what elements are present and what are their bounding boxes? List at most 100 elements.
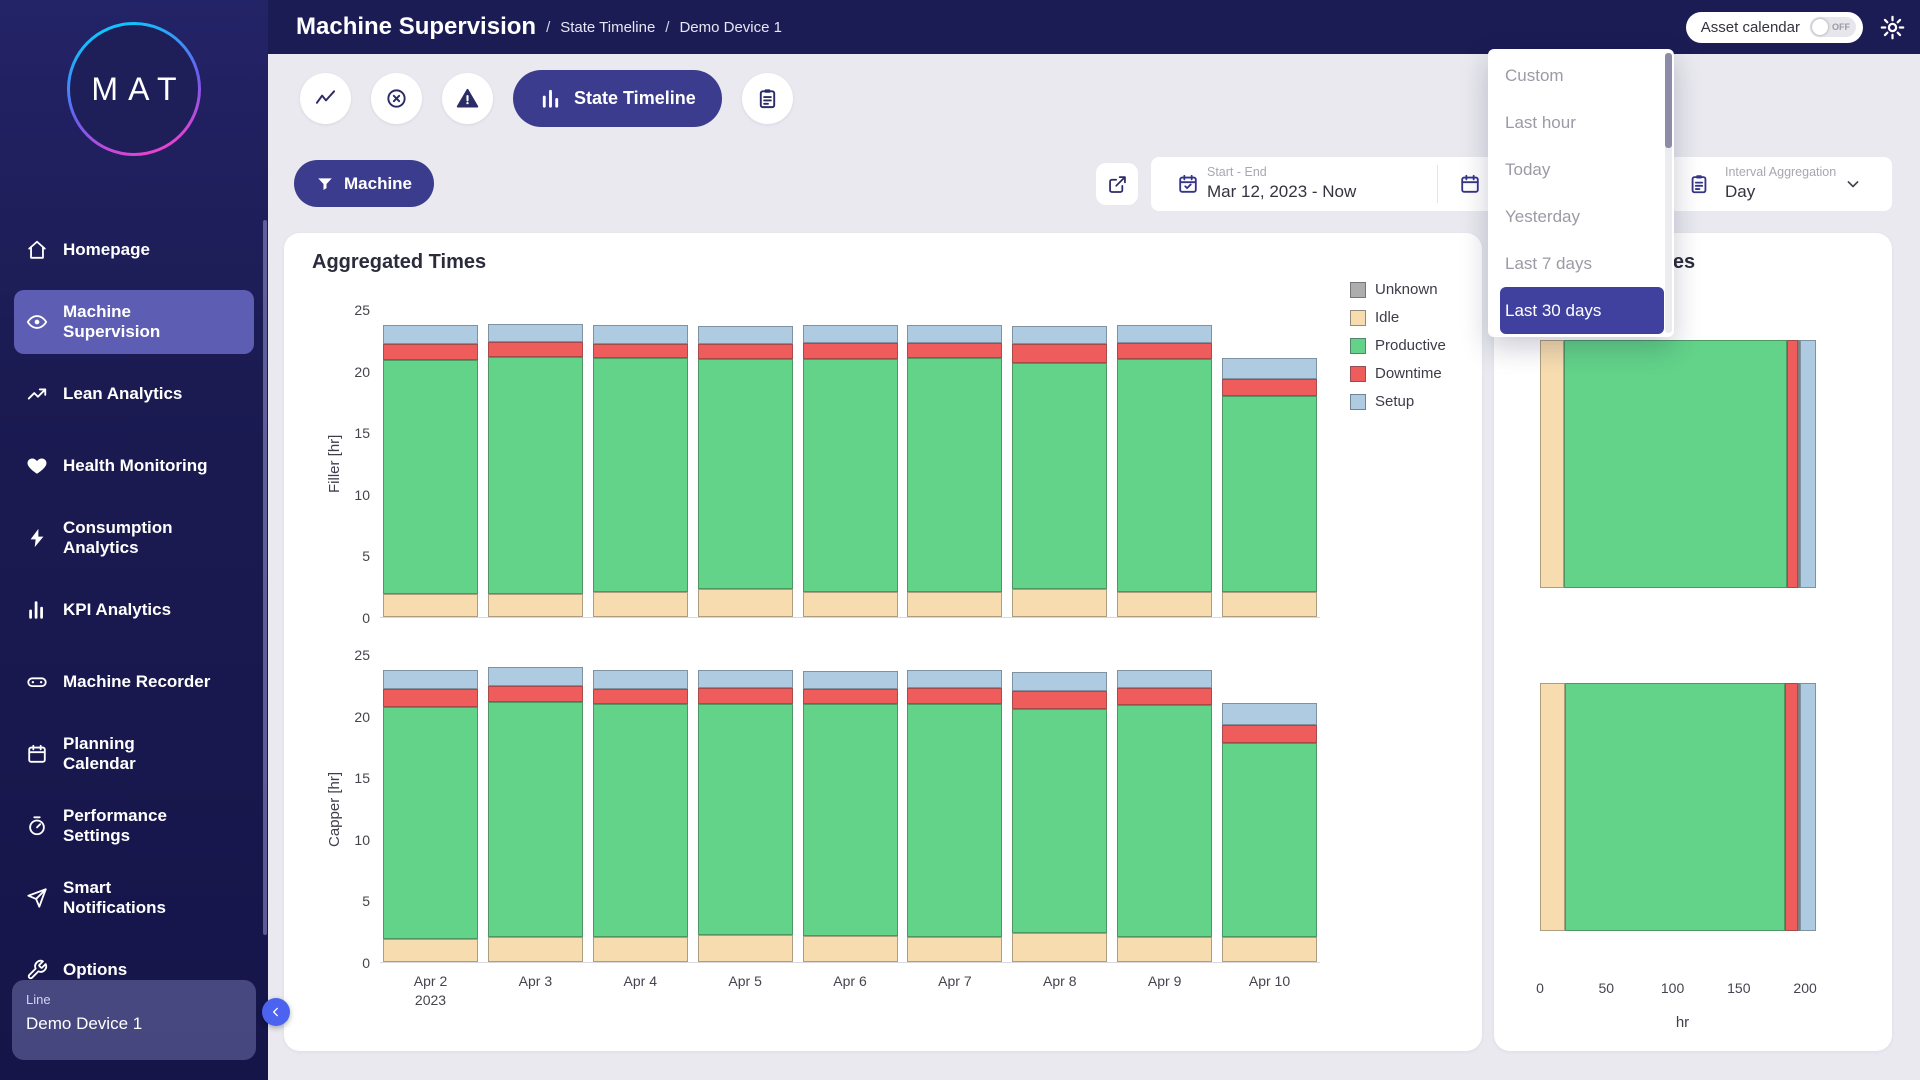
segment-productive (1012, 709, 1107, 932)
stacked-bar[interactable] (698, 310, 793, 617)
clipboard-icon (756, 87, 779, 110)
stacked-bar[interactable] (803, 655, 898, 962)
page-title: Machine Supervision (296, 13, 536, 41)
tab-stop-causes[interactable] (371, 73, 422, 124)
asset-calendar-switch[interactable]: OFF (1810, 17, 1856, 37)
stacked-bar-plot (380, 310, 1320, 618)
sidebar-item-kpi-analytics[interactable]: KPI Analytics (14, 578, 254, 642)
device-selector[interactable]: Line Demo Device 1 (12, 980, 256, 1060)
sidebar-item-label: Machine Recorder (63, 672, 210, 692)
sidebar-item-lean-analytics[interactable]: Lean Analytics (14, 362, 254, 426)
stacked-bar[interactable] (593, 310, 688, 617)
sidebar-item-consumption-analytics[interactable]: Consumption Analytics (14, 506, 254, 570)
dropdown-scrollbar[interactable] (1665, 53, 1672, 333)
stacked-bar[interactable] (803, 310, 898, 617)
x-axis-ticks: 050100150200 (1540, 980, 1825, 1000)
header-title-group: Machine Supervision / State Timeline / D… (296, 0, 782, 54)
segment-downtime (1117, 343, 1212, 359)
sidebar-item-label: Consumption Analytics (63, 518, 211, 558)
sidebar-item-machine-supervision[interactable]: Machine Supervision (14, 290, 254, 354)
asset-calendar-toggle[interactable]: Asset calendar OFF (1686, 12, 1863, 43)
segment-setup (383, 670, 478, 690)
calendar-check-icon[interactable] (1177, 173, 1199, 195)
dropdown-option-last-7-days[interactable]: Last 7 days (1488, 240, 1674, 287)
warning-icon (456, 87, 479, 110)
breadcrumb-item-state-timeline[interactable]: State Timeline (560, 19, 655, 36)
sidebar-item-planning-calendar[interactable]: Planning Calendar (14, 722, 254, 786)
send-icon (26, 887, 48, 909)
stacked-bar[interactable] (698, 655, 793, 962)
stacked-bar[interactable] (383, 655, 478, 962)
x-tick-label: Apr 10 (1222, 972, 1317, 1010)
segment-productive (698, 359, 793, 589)
stacked-bar[interactable] (1117, 310, 1212, 617)
stacked-bar[interactable] (383, 310, 478, 617)
stacked-bar[interactable] (488, 655, 583, 962)
stacked-bar[interactable] (1117, 655, 1212, 962)
sidebar-item-homepage[interactable]: Homepage (14, 218, 254, 282)
settings-gear-icon[interactable] (1879, 14, 1906, 41)
segment-setup (1800, 340, 1816, 588)
date-range-field[interactable]: Start - End Mar 12, 2023 - Now (1207, 165, 1356, 202)
dropdown-option-last-30-days[interactable]: Last 30 days (1500, 287, 1664, 334)
segment-idle (593, 592, 688, 617)
x-tick: 0 (1536, 980, 1544, 996)
sidebar-collapse-button[interactable] (262, 998, 290, 1026)
chevron-down-icon[interactable] (1843, 174, 1863, 194)
gauge-icon (26, 815, 48, 837)
kpi-bars-icon (26, 599, 48, 621)
segment-productive (803, 704, 898, 936)
sidebar-item-performance-settings[interactable]: Performance Settings (14, 794, 254, 858)
dropdown-option-today[interactable]: Today (1488, 146, 1674, 193)
segment-productive (593, 358, 688, 593)
interval-aggregation-label: Interval Aggregation (1725, 165, 1836, 179)
export-button[interactable] (1096, 163, 1138, 205)
x-tick-label: Apr 8 (1012, 972, 1107, 1010)
bolt-icon (26, 527, 48, 549)
tab-state-timeline[interactable]: State Timeline (513, 70, 722, 127)
sidebar-item-smart-notifications[interactable]: Smart Notifications (14, 866, 254, 930)
interval-aggregation-field[interactable]: Interval Aggregation Day (1725, 165, 1836, 202)
breadcrumb-item-device[interactable]: Demo Device 1 (679, 19, 782, 36)
segment-setup (1800, 683, 1816, 931)
dropdown-scrollbar-thumb[interactable] (1665, 53, 1672, 148)
stacked-bar[interactable] (488, 310, 583, 617)
y-tick: 15 (354, 770, 370, 786)
segment-productive (488, 702, 583, 938)
machine-filter-button[interactable]: Machine (294, 160, 434, 207)
aggregated-times-card: Aggregated Times UnknownIdleProductiveDo… (284, 233, 1482, 1051)
stacked-bar[interactable] (1012, 310, 1107, 617)
segment-idle (1222, 592, 1317, 617)
stacked-bar[interactable] (1222, 310, 1317, 617)
total-bar-capper[interactable] (1540, 683, 1825, 931)
stacked-bar[interactable] (1012, 655, 1107, 962)
segment-idle (803, 936, 898, 962)
total-bar-filler[interactable] (1540, 340, 1825, 588)
tab-reports[interactable] (742, 73, 793, 124)
dropdown-option-custom[interactable]: Custom (1488, 52, 1674, 99)
sidebar-scrollbar[interactable] (263, 220, 267, 935)
date-range-label: Start - End (1207, 165, 1356, 179)
sidebar-item-health-monitoring[interactable]: Health Monitoring (14, 434, 254, 498)
segment-setup (803, 671, 898, 689)
stacked-bar[interactable] (907, 655, 1002, 962)
tab-trend[interactable] (300, 73, 351, 124)
calendar-icon[interactable] (1459, 173, 1481, 195)
stacked-bar[interactable] (1222, 655, 1317, 962)
dropdown-option-yesterday[interactable]: Yesterday (1488, 193, 1674, 240)
segment-idle (1012, 589, 1107, 617)
stacked-bar[interactable] (593, 655, 688, 962)
legend-swatch (1350, 338, 1366, 354)
segment-downtime (1787, 340, 1798, 588)
segment-idle (1222, 937, 1317, 962)
y-tick: 25 (354, 302, 370, 318)
sidebar-item-machine-recorder[interactable]: Machine Recorder (14, 650, 254, 714)
dropdown-option-last-hour[interactable]: Last hour (1488, 99, 1674, 146)
app-logo[interactable]: MAT (67, 22, 201, 156)
segment-setup (593, 325, 688, 345)
sidebar-item-label: Performance Settings (63, 806, 211, 846)
tab-alarms[interactable] (442, 73, 493, 124)
segment-setup (698, 326, 793, 344)
stacked-bar[interactable] (907, 310, 1002, 617)
clipboard-icon[interactable] (1688, 173, 1710, 195)
